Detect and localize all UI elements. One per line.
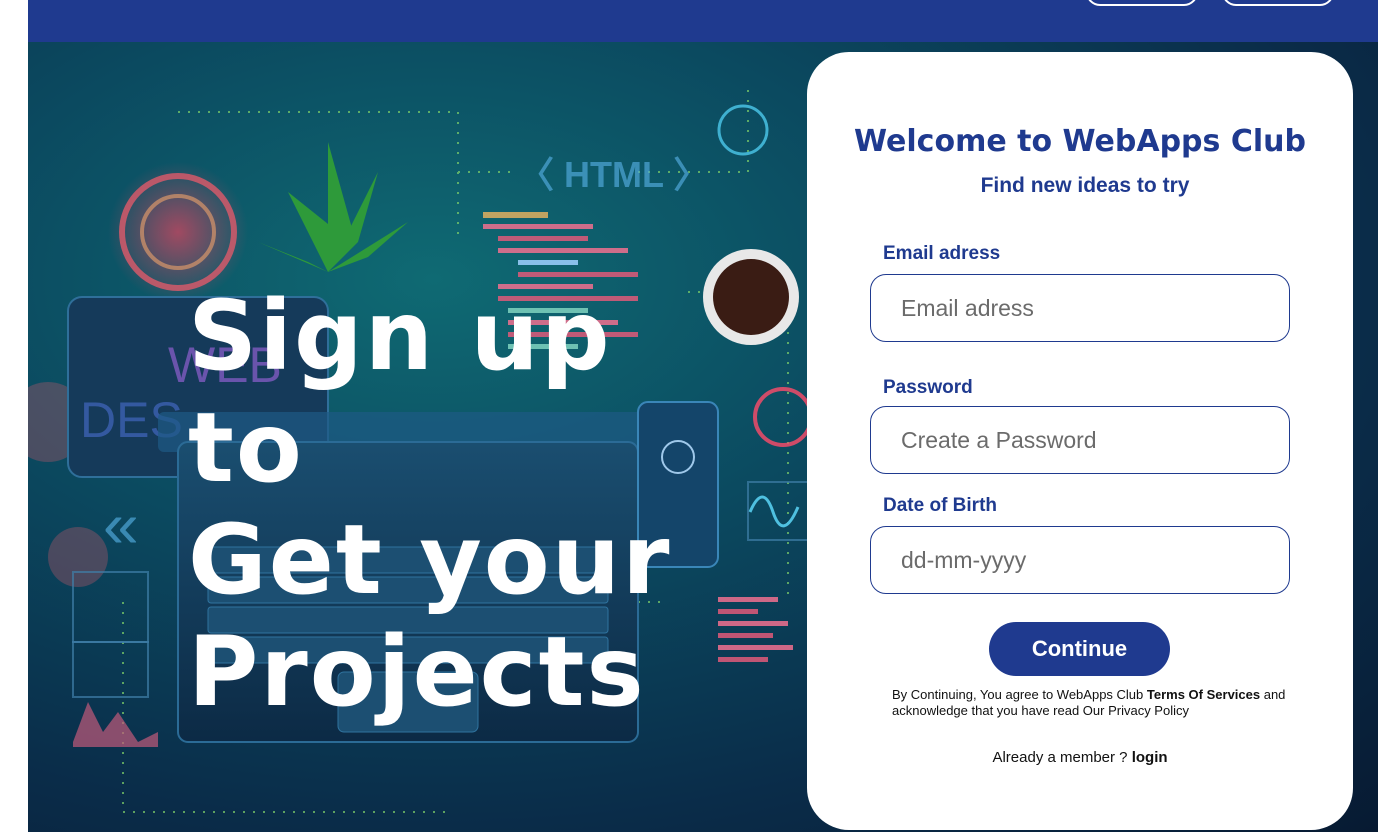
dob-field[interactable]	[870, 526, 1290, 594]
terms-of-service-link[interactable]: Terms Of Services	[1147, 687, 1260, 702]
svg-text:«: «	[103, 489, 139, 561]
headline-line-3: Get your	[188, 504, 672, 616]
password-label: Password	[883, 377, 973, 398]
email-label: Email adress	[883, 243, 1001, 264]
terms-notice: By Continuing, You agree to WebApps Club…	[892, 687, 1332, 719]
html-tag-art: 〈 HTML 〉	[518, 154, 709, 195]
headline-line-4: Projects	[188, 616, 646, 728]
nav-button-right[interactable]	[1222, 0, 1334, 6]
already-member-row: Already a member ? login	[807, 749, 1353, 766]
continue-button[interactable]: Continue	[989, 622, 1170, 676]
terms-prefix: By Continuing, You agree to WebApps Club	[892, 687, 1147, 702]
headline-line-1: Sign up	[188, 280, 612, 392]
signup-subtitle: Find new ideas to try	[980, 174, 1190, 197]
top-nav-bar	[28, 0, 1378, 42]
signup-card: Welcome to WebApps Club Find new ideas t…	[807, 52, 1353, 830]
email-field[interactable]	[870, 274, 1290, 342]
password-field[interactable]	[870, 406, 1290, 474]
nav-button-left[interactable]	[1086, 0, 1198, 6]
login-link[interactable]: login	[1132, 749, 1168, 766]
headline-line-2: to	[188, 392, 304, 504]
signup-title: Welcome to WebApps Club	[854, 124, 1306, 159]
hero-headline: Sign up to Get your Projects	[188, 280, 708, 728]
member-prefix: Already a member ?	[992, 749, 1132, 766]
dob-label: Date of Birth	[883, 495, 997, 516]
